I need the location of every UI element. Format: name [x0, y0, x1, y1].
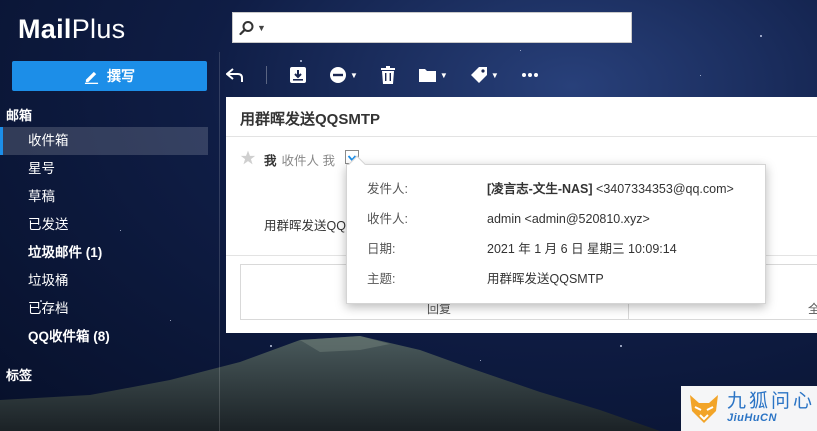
logo-bold: Mail [18, 14, 72, 44]
popover-to-row: 收件人: admin <admin@520810.xyz> [367, 211, 650, 227]
reply-all-button[interactable]: 全 [808, 300, 817, 317]
back-arrow-icon [226, 68, 243, 82]
watermark: 九狐问心 JiuHuCN [681, 386, 817, 431]
sidebar-item-trash[interactable]: 垃圾桶 [0, 267, 208, 295]
from-name: [凌言志-文生-NAS] [487, 182, 593, 196]
subject-value: 用群晖发送QQSMTP [487, 272, 604, 286]
sidebar-item-sent[interactable]: 已发送 [0, 211, 208, 239]
mail-details-popover: 发件人: [凌言志-文生-NAS] <3407334353@qq.com> 收件人… [346, 155, 766, 304]
move-folder-button[interactable]: ▼ [418, 67, 448, 83]
search-box[interactable]: ▼ [232, 12, 632, 43]
mail-body: 用群晖发送QQSMTP [264, 219, 348, 233]
sidebar-divider [219, 52, 220, 431]
tag-icon [470, 67, 487, 83]
block-dropdown-icon: ▼ [350, 70, 358, 80]
popover-from-row: 发件人: [凌言志-文生-NAS] <3407334353@qq.com> [367, 181, 734, 197]
pencil-icon [84, 71, 99, 84]
to-value: admin <admin@520810.xyz> [487, 212, 650, 226]
archive-button[interactable] [289, 66, 307, 84]
toolbar-separator [266, 66, 267, 84]
sidebar-item-drafts[interactable]: 草稿 [0, 183, 208, 211]
archive-icon [290, 67, 306, 83]
folder-dropdown-icon: ▼ [439, 70, 448, 80]
back-button[interactable] [226, 68, 244, 82]
logo-rest: Plus [71, 14, 126, 44]
to-label: 收件人: [367, 212, 408, 226]
panel-divider [226, 136, 817, 137]
sender-short: 我 [264, 154, 277, 168]
watermark-cn: 九狐问心 [727, 391, 816, 412]
popover-date-row: 日期: 2021 年 1 月 6 日 星期三 10:09:14 [367, 241, 677, 257]
from-value: [凌言志-文生-NAS] <3407334353@qq.com> [487, 182, 734, 196]
search-dropdown-icon[interactable]: ▼ [257, 23, 266, 33]
app-logo: MailPlus [18, 14, 125, 45]
trash-icon [380, 66, 395, 84]
watermark-en: JiuHuCN [727, 412, 777, 424]
star-icon[interactable] [240, 150, 256, 165]
search-icon[interactable] [239, 20, 255, 36]
mail-subject: 用群晖发送QQSMTP [240, 111, 381, 128]
mailbox-section-title: 邮箱 [6, 108, 33, 123]
tag-button[interactable]: ▼ [470, 66, 499, 84]
popover-subject-row: 主题: 用群晖发送QQSMTP [367, 271, 604, 287]
mailbox-nav: 收件箱 星号 草稿 已发送 垃圾邮件 (1) 垃圾桶 已存档 QQ收件箱 (8) [0, 127, 208, 351]
sidebar-item-archived[interactable]: 已存档 [0, 295, 208, 323]
more-icon [521, 73, 538, 77]
sender-row: 我收件人 我 [264, 150, 335, 169]
subject-label: 主题: [367, 272, 396, 286]
block-icon [330, 67, 346, 83]
compose-button[interactable]: 撰写 [12, 61, 207, 91]
date-value: 2021 年 1 月 6 日 星期三 10:09:14 [487, 242, 677, 256]
tag-dropdown-icon: ▼ [490, 70, 499, 80]
sidebar-item-spam[interactable]: 垃圾邮件 (1) [0, 239, 208, 267]
tags-section-title: 标签 [6, 368, 33, 383]
search-input[interactable] [265, 13, 631, 42]
date-label: 日期: [367, 242, 396, 256]
sidebar-item-qq-inbox[interactable]: QQ收件箱 (8) [0, 323, 208, 351]
more-button[interactable] [521, 72, 539, 78]
compose-label: 撰写 [107, 68, 135, 84]
mail-toolbar: ▼ ▼ ▼ [226, 58, 561, 92]
from-label: 发件人: [367, 182, 408, 196]
watermark-text: 九狐问心 JiuHuCN [727, 392, 815, 425]
delete-button[interactable] [380, 66, 396, 84]
sidebar-item-inbox[interactable]: 收件箱 [0, 127, 208, 155]
sidebar-item-starred[interactable]: 星号 [0, 155, 208, 183]
block-button[interactable]: ▼ [329, 66, 358, 84]
recipient-short: 收件人 我 [281, 154, 335, 168]
fox-logo-icon [690, 394, 718, 423]
folder-icon [418, 69, 436, 82]
from-email: <3407334353@qq.com> [592, 182, 734, 196]
